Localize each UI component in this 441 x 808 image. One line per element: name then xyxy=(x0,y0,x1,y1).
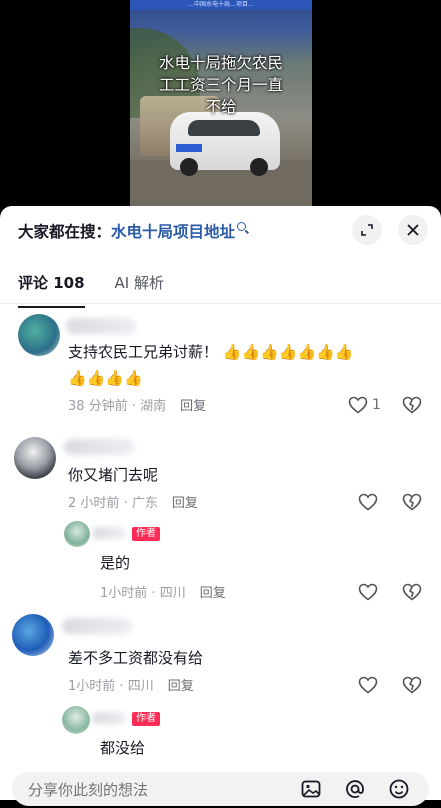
comment-meta: 1小时前 · 四川 回复 xyxy=(68,679,194,694)
like-button[interactable] xyxy=(358,493,378,511)
broken-heart-icon xyxy=(402,396,422,414)
reply-button[interactable]: 回复 xyxy=(180,399,206,414)
reply-location: 四川 xyxy=(159,586,186,601)
caption-line: 水电十局拖欠农民 xyxy=(158,54,283,72)
close-icon xyxy=(407,224,419,236)
reply-meta: 1小时前 · 四川 回复 xyxy=(100,586,226,601)
thumbs-up-emoji: 👍 xyxy=(260,343,279,361)
comment-time: 2 小时前 xyxy=(68,496,120,511)
thumbs-up-emoji: 👍 xyxy=(86,369,106,387)
emoji-button[interactable] xyxy=(388,778,410,804)
trending-search[interactable]: 大家都在搜：水电十局项目地址 xyxy=(18,220,247,244)
comment-text: 支持农民工兄弟讨薪！ 👍👍👍👍👍👍👍 xyxy=(68,340,354,364)
emoji-row: 👍👍👍👍👍👍👍 xyxy=(223,343,354,361)
search-icon xyxy=(237,222,247,231)
broken-heart-icon xyxy=(402,676,422,694)
dislike-button[interactable] xyxy=(402,583,422,601)
comment-location: 广东 xyxy=(131,496,158,511)
heart-icon xyxy=(358,493,378,511)
reply-button[interactable]: 回复 xyxy=(172,496,198,511)
dislike-button[interactable] xyxy=(402,396,422,414)
comment-meta: 38 分钟前 · 湖南 回复 xyxy=(68,399,207,414)
avatar[interactable] xyxy=(18,314,60,356)
image-icon xyxy=(301,780,321,798)
video-caption: 水电十局拖欠农民 工工资三个月一直 不给 xyxy=(148,52,294,118)
reply-button[interactable]: 回复 xyxy=(200,586,226,601)
emoji-row-2: 👍👍👍👍 xyxy=(68,366,143,390)
author-badge: 作者 xyxy=(132,527,160,541)
like-button[interactable] xyxy=(358,676,378,694)
trending-search-term[interactable]: 水电十局项目地址 xyxy=(111,223,235,241)
tab-comments[interactable]: 评论 108 xyxy=(18,272,85,308)
avatar[interactable] xyxy=(12,614,54,656)
thumbs-up-emoji: 👍 xyxy=(124,369,143,387)
expand-button[interactable] xyxy=(352,215,382,245)
emoji-icon xyxy=(389,779,409,799)
caption-line: 不给 xyxy=(205,98,237,116)
comment-text: 差不多工资都没有给 xyxy=(68,649,204,667)
reply-avatar[interactable] xyxy=(62,706,90,734)
video-car xyxy=(170,112,280,176)
comment-text: 你又堵门去呢 xyxy=(68,466,159,484)
broken-heart-icon xyxy=(402,583,422,601)
car-window xyxy=(188,120,260,136)
video-banner: …中国水电十局…项目… xyxy=(130,0,312,10)
heart-icon xyxy=(358,676,378,694)
comment-location: 四川 xyxy=(127,679,154,694)
reply-text: 是的 xyxy=(100,554,131,572)
image-button[interactable] xyxy=(300,778,322,804)
username[interactable] xyxy=(64,439,134,455)
tabs-divider xyxy=(0,303,441,304)
trending-search-prefix: 大家都在搜： xyxy=(18,223,112,241)
mention-button[interactable] xyxy=(344,778,366,804)
close-button[interactable] xyxy=(398,215,428,245)
caption-line: 工工资三个月一直 xyxy=(158,76,283,94)
thumbs-up-emoji: 👍 xyxy=(334,343,354,361)
at-icon xyxy=(346,780,364,798)
comment-location: 湖南 xyxy=(140,399,167,414)
thumbs-up-emoji: 👍 xyxy=(222,343,242,361)
heart-icon xyxy=(358,583,378,601)
comment-meta: 2 小时前 · 广东 回复 xyxy=(68,496,198,511)
like-count: 1 xyxy=(372,397,381,413)
thumbs-up-emoji: 👍 xyxy=(316,343,335,361)
comment-tabs: 评论 108 AI 解析 xyxy=(18,272,164,308)
comment-sheet: 大家都在搜：水电十局项目地址 评论 108 AI 解析 支持农民工兄弟讨薪！ 👍… xyxy=(0,206,441,808)
thumbs-up-emoji: 👍 xyxy=(241,343,261,361)
author-badge: 作者 xyxy=(132,712,160,726)
reply-username[interactable] xyxy=(92,712,126,724)
car-wheel xyxy=(250,158,268,176)
comment-body: 支持农民工兄弟讨薪！ xyxy=(68,343,219,361)
video-player[interactable]: …中国水电十局…项目… 水电十局拖欠农民 工工资三个月一直 不给 xyxy=(0,0,441,215)
avatar[interactable] xyxy=(14,437,56,479)
username[interactable] xyxy=(62,618,132,634)
like-button[interactable]: 1 xyxy=(348,396,381,414)
reply-text: 都没给 xyxy=(100,739,146,757)
comment-input-bar xyxy=(12,772,429,808)
tab-ai-analysis[interactable]: AI 解析 xyxy=(115,272,164,296)
reply-time: 1小时前 xyxy=(100,586,148,601)
heart-icon xyxy=(348,396,368,414)
expand-icon xyxy=(361,224,373,236)
username[interactable] xyxy=(66,318,136,334)
thumbs-up-emoji: 👍 xyxy=(68,369,87,387)
thumbs-up-emoji: 👍 xyxy=(297,343,317,361)
car-wheel xyxy=(180,158,198,176)
dislike-button[interactable] xyxy=(402,493,422,511)
thumbs-up-emoji: 👍 xyxy=(278,343,298,361)
car-plate xyxy=(176,144,202,152)
comment-input[interactable] xyxy=(26,772,280,808)
reply-button[interactable]: 回复 xyxy=(168,679,194,694)
broken-heart-icon xyxy=(402,493,422,511)
like-button[interactable] xyxy=(358,583,378,601)
comment-time: 38 分钟前 xyxy=(68,399,128,414)
thumbs-up-emoji: 👍 xyxy=(105,369,125,387)
comment-time: 1小时前 xyxy=(68,679,116,694)
reply-username[interactable] xyxy=(92,527,126,539)
dislike-button[interactable] xyxy=(402,676,422,694)
reply-avatar[interactable] xyxy=(64,521,90,547)
